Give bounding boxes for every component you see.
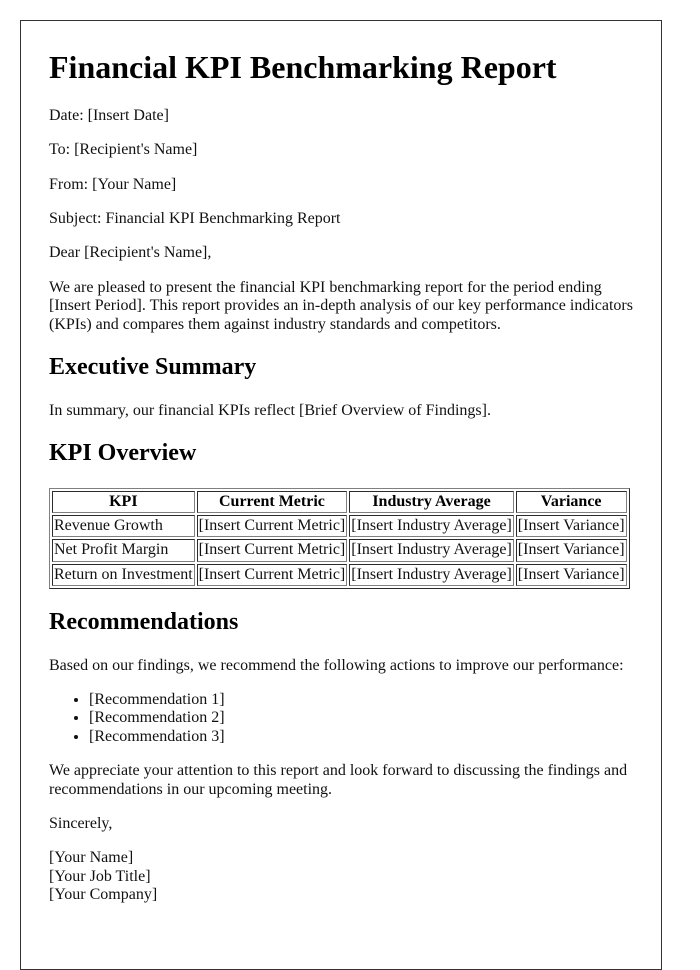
column-header-variance: Variance [515,490,627,513]
industry-average-cell: [Insert Industry Average] [349,514,514,538]
kpi-table: KPI Current Metric Industry Average Vari… [49,487,630,590]
industry-average-cell: [Insert Industry Average] [349,563,514,587]
kpi-name-cell: Net Profit Margin [52,539,195,562]
page-title: Financial KPI Benchmarking Report [49,49,557,85]
table-row: Return on Investment [Insert Current Met… [52,563,627,587]
recommendations-list: [Recommendation 1] [Recommendation 2] [R… [49,691,633,746]
date-field: Date: [Insert Date] [49,106,169,124]
report-letter: Financial KPI Benchmarking Report Date: … [20,20,662,970]
signature-company: [Your Company] [49,886,158,904]
recommendations-heading: Recommendations [49,609,239,636]
table-row: Net Profit Margin [Insert Current Metric… [52,539,627,562]
signature-block: [Your Name] [Your Job Title] [Your Compa… [49,849,633,904]
variance-cell: [Insert Variance] [515,563,627,587]
subject-field: Subject: Financial KPI Benchmarking Repo… [49,209,341,227]
current-metric-cell: [Insert Current Metric] [196,563,348,587]
variance-cell: [Insert Variance] [515,514,627,538]
kpi-name-cell: Revenue Growth [52,514,195,538]
column-header-industry-average: Industry Average [349,490,514,513]
list-item: [Recommendation 2] [89,709,633,727]
list-item: [Recommendation 1] [89,691,633,709]
salutation: Dear [Recipient's Name], [49,244,212,262]
table-row: Revenue Growth [Insert Current Metric] [… [52,514,627,538]
signature-job-title: [Your Job Title] [49,867,151,885]
closing-paragraph: We appreciate your attention to this rep… [49,762,628,798]
kpi-table-header-row: KPI Current Metric Industry Average Vari… [52,490,627,513]
variance-cell: [Insert Variance] [515,539,627,562]
sign-off: Sincerely, [49,815,113,832]
current-metric-cell: [Insert Current Metric] [196,539,348,562]
list-item: [Recommendation 3] [89,728,633,746]
intro-paragraph: We are pleased to present the financial … [49,278,633,333]
column-header-current-metric: Current Metric [196,490,348,513]
kpi-overview-heading: KPI Overview [49,439,197,466]
recommendations-intro: Based on our findings, we recommend the … [49,656,624,674]
current-metric-cell: [Insert Current Metric] [196,514,348,538]
industry-average-cell: [Insert Industry Average] [349,539,514,562]
executive-summary-text: In summary, our financial KPIs reflect [… [49,401,491,419]
from-field: From: [Your Name] [49,175,177,193]
executive-summary-heading: Executive Summary [49,353,257,380]
column-header-kpi: KPI [52,490,195,513]
kpi-name-cell: Return on Investment [52,563,195,587]
signature-name: [Your Name] [49,849,134,867]
to-field: To: [Recipient's Name] [49,141,198,159]
